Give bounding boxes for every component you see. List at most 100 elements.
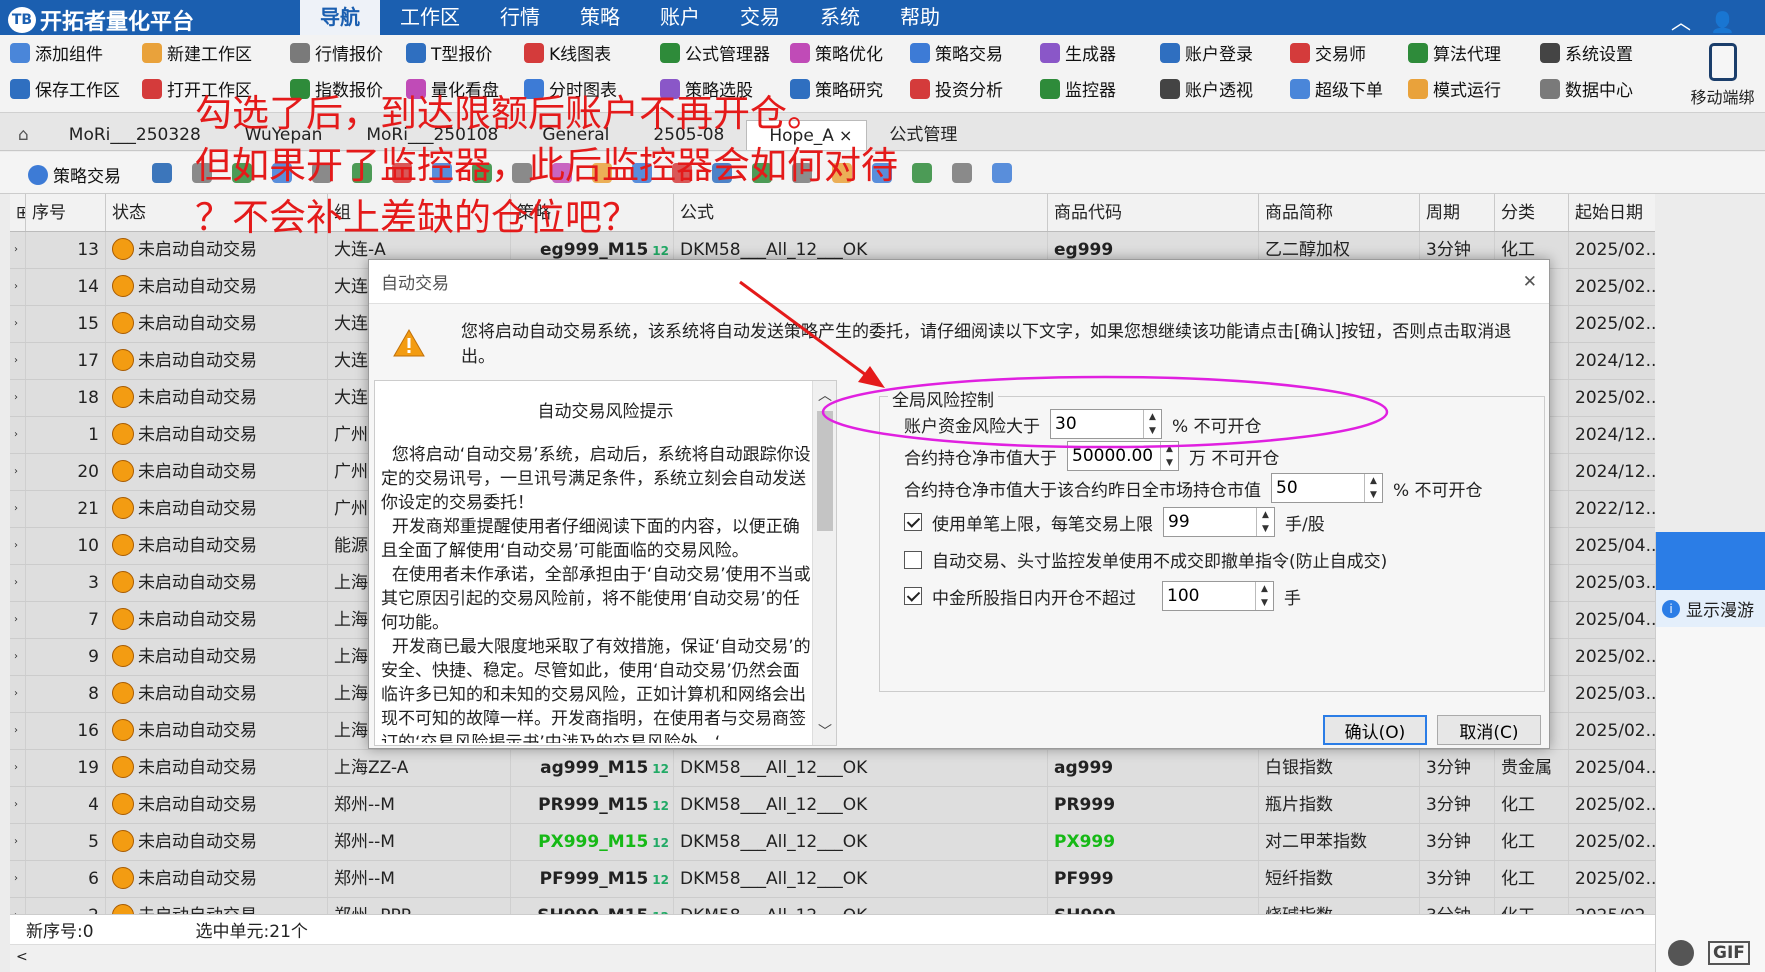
toolbar-button[interactable]: 系统设置 [1540, 40, 1633, 65]
toolbar-button[interactable]: 新建工作区 [142, 40, 252, 65]
toolbar-button[interactable]: 账户透视 [1160, 76, 1253, 101]
spin-arrows-icon[interactable]: ▲ ▼ [1143, 410, 1161, 438]
confirm-button[interactable]: 确认(O) [1323, 715, 1427, 745]
net-value-spinner[interactable]: ▲▼ [1067, 441, 1179, 471]
close-icon[interactable]: ✕ [1523, 272, 1537, 292]
scroll-up-icon[interactable]: ︿ [818, 385, 832, 405]
column-header[interactable]: 周期 [1420, 194, 1495, 231]
row-expand-icon[interactable]: › [10, 824, 26, 860]
column-header[interactable]: 起始日期 [1569, 194, 1655, 231]
toolbar-button[interactable]: 投资分析 [910, 76, 1003, 101]
menu-item[interactable]: 策略 [560, 0, 640, 35]
home-icon[interactable]: ⌂ [0, 120, 47, 150]
table-row[interactable]: › 19 未启动自动交易 上海ZZ-A ag999_M15 12 DKM58___All_1… [10, 750, 1655, 787]
strategy-trading-button[interactable]: 策略交易 [28, 162, 121, 187]
toolbar-button[interactable]: 策略选股 [660, 76, 753, 101]
toolbar-button[interactable]: 策略交易 [910, 40, 1003, 65]
toolbar-button[interactable]: 监控器 [1040, 76, 1116, 101]
row-expand-icon[interactable]: › [10, 380, 26, 416]
strategy-tool-icon[interactable] [152, 163, 172, 183]
toolbar-button[interactable]: 量化看盘 [406, 76, 499, 101]
market-ratio-spinner[interactable]: ▲▼ [1271, 473, 1383, 503]
toolbar-button[interactable]: K线图表 [524, 40, 611, 65]
cancel-unfilled-checkbox[interactable] [904, 550, 922, 569]
scroll-thumb[interactable] [817, 411, 833, 531]
scroll-down-icon[interactable]: ﹀ [818, 721, 832, 741]
strategy-tool-icon[interactable] [472, 163, 492, 183]
strategy-tool-icon[interactable] [912, 163, 932, 183]
strategy-tool-icon[interactable] [992, 163, 1012, 183]
column-header[interactable]: 序号 [26, 194, 106, 231]
menu-item[interactable]: 系统 [800, 0, 880, 35]
strategy-tool-icon[interactable] [592, 163, 612, 183]
smiley-icon[interactable] [1668, 940, 1694, 966]
single-limit-input[interactable] [1164, 508, 1256, 536]
strategy-tool-icon[interactable] [232, 163, 252, 183]
toolbar-button[interactable]: 策略研究 [790, 76, 883, 101]
scroll-left-icon[interactable]: < [16, 949, 28, 965]
account-risk-spinner[interactable]: ▲▼ [1050, 409, 1162, 439]
row-expand-icon[interactable]: › [10, 602, 26, 638]
show-roaming-item[interactable]: i 显示漫游 [1656, 590, 1765, 627]
menu-item[interactable]: 交易 [720, 0, 800, 35]
strategy-tool-icon[interactable] [792, 163, 812, 183]
strategy-tool-icon[interactable] [872, 163, 892, 183]
toolbar-button[interactable]: 数据中心 [1540, 76, 1633, 101]
row-expand-icon[interactable]: › [10, 491, 26, 527]
toolbar-button[interactable]: 模式运行 [1408, 76, 1501, 101]
toolbar-button[interactable]: 打开工作区 [142, 76, 252, 101]
cancel-button[interactable]: 取消(C) [1437, 715, 1541, 745]
user-icon[interactable]: 👤 [1710, 10, 1735, 34]
row-expand-icon[interactable]: › [10, 713, 26, 749]
spin-arrows-icon[interactable]: ▲ ▼ [1255, 582, 1273, 610]
spin-arrows-icon[interactable]: ▲ ▼ [1160, 442, 1178, 470]
spin-arrows-icon[interactable]: ▲ ▼ [1256, 508, 1274, 536]
toolbar-button[interactable]: 指数报价 [290, 76, 383, 101]
menu-item[interactable]: 帮助 [880, 0, 960, 35]
menu-item[interactable]: 工作区 [380, 0, 480, 35]
toolbar-button[interactable]: 超级下单 [1290, 76, 1383, 101]
risk-scrollbar[interactable]: ︿ ﹀ [812, 381, 836, 745]
strategy-tool-icon[interactable] [312, 163, 332, 183]
table-row[interactable]: › 4 未启动自动交易 郑州--M PR999_M15 12 DKM58___All_12_… [10, 787, 1655, 824]
toolbar-button[interactable]: 算法代理 [1408, 40, 1501, 65]
toolbar-button[interactable]: 保存工作区 [10, 76, 120, 101]
row-expand-icon[interactable]: › [10, 232, 26, 268]
column-header[interactable]: 商品代码 [1048, 194, 1259, 231]
table-row[interactable]: › 6 未启动自动交易 郑州--M PF999_M15 12 DKM58___All_12_… [10, 861, 1655, 898]
toolbar-button[interactable]: 交易师 [1290, 40, 1366, 65]
toolbar-button[interactable]: 行情报价 [290, 40, 383, 65]
toolbar-button[interactable]: 策略优化 [790, 40, 883, 65]
table-row[interactable]: › 5 未启动自动交易 郑州--M PX999_M15 12 DKM58___All_12_… [10, 824, 1655, 861]
gif-icon[interactable]: GIF [1708, 941, 1750, 965]
strategy-tool-icon[interactable] [352, 163, 372, 183]
strategy-tool-icon[interactable] [432, 163, 452, 183]
menu-item[interactable]: 行情 [480, 0, 560, 35]
row-expand-icon[interactable]: › [10, 750, 26, 786]
column-header[interactable]: 分类 [1495, 194, 1569, 231]
row-expand-icon[interactable]: › [10, 306, 26, 342]
workspace-tab[interactable]: MoRi___250328 [47, 120, 223, 150]
row-expand-icon[interactable]: › [10, 343, 26, 379]
expand-all-icon[interactable]: ⊞ [10, 194, 26, 231]
workspace-tab[interactable]: 2505-08 [631, 120, 746, 150]
strategy-tool-icon[interactable] [832, 163, 852, 183]
toolbar-button[interactable]: 生成器 [1040, 40, 1116, 65]
row-expand-icon[interactable]: › [10, 639, 26, 675]
menu-item[interactable]: 导航 [300, 0, 380, 35]
single-limit-spinner[interactable]: ▲▼ [1163, 507, 1275, 537]
toolbar-button[interactable]: 公式管理器 [660, 40, 770, 65]
tab-close-icon[interactable]: × [838, 120, 868, 150]
row-expand-icon[interactable]: › [10, 787, 26, 823]
workspace-tab[interactable]: General [520, 120, 631, 150]
net-value-input[interactable] [1068, 442, 1160, 470]
row-expand-icon[interactable]: › [10, 269, 26, 305]
row-expand-icon[interactable]: › [10, 565, 26, 601]
workspace-tab[interactable]: 公式管理 [867, 120, 979, 150]
strategy-tool-icon[interactable] [632, 163, 652, 183]
workspace-tab[interactable]: MoRi___250108 [344, 120, 520, 150]
cffex-limit-checkbox[interactable] [904, 587, 922, 605]
strategy-tool-icon[interactable] [192, 163, 212, 183]
column-header[interactable]: 状态 [106, 194, 328, 231]
strategy-tool-icon[interactable] [272, 163, 292, 183]
